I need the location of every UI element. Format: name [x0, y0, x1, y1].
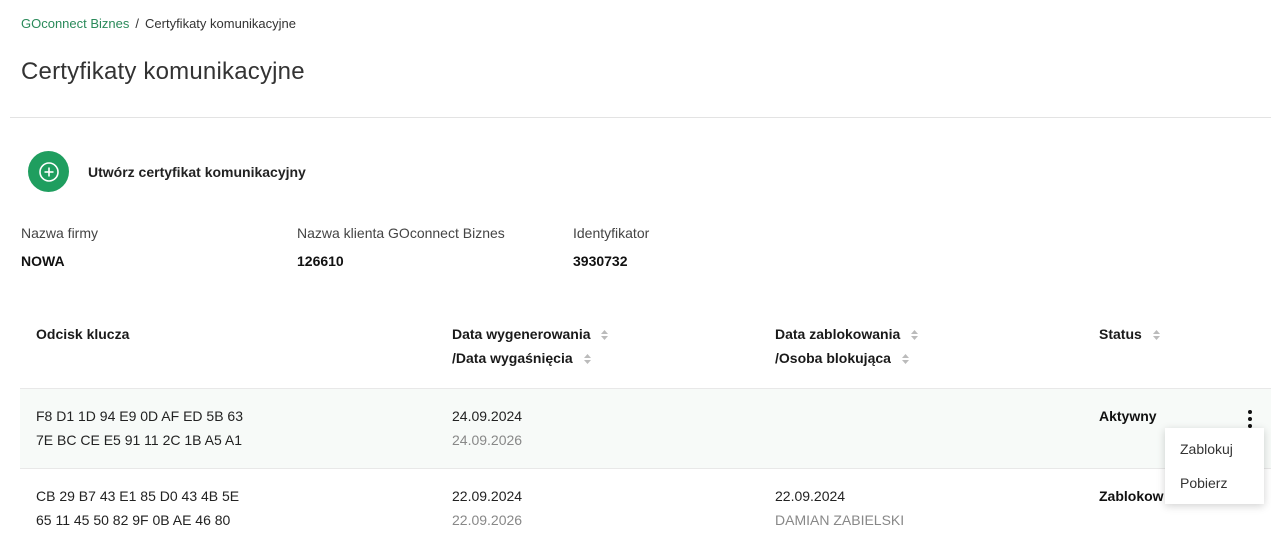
- client-value: 126610: [297, 253, 344, 269]
- create-certificate-label: Utwórz certyfikat komunikacyjny: [88, 163, 306, 180]
- row-context-menu: Zablokuj Pobierz: [1165, 428, 1264, 504]
- column-header-generated-label: Data wygenerowania: [452, 326, 591, 342]
- expiry-date: 22.09.2026: [452, 512, 523, 528]
- column-header-status[interactable]: Status: [1099, 322, 1161, 346]
- sort-icon[interactable]: [583, 353, 592, 365]
- page-title: Certyfikaty komunikacyjne: [21, 58, 305, 85]
- fingerprint-line-2: 7E BC CE E5 91 11 2C 1B A5 A1: [36, 432, 242, 448]
- breadcrumb: GOconnect Biznes / Certyfikaty komunikacyj…: [21, 16, 296, 31]
- company-value: NOWA: [21, 253, 65, 269]
- sort-icon[interactable]: [901, 353, 910, 365]
- client-label: Nazwa klienta GOconnect Biznes: [297, 225, 505, 241]
- breadcrumb-root-link[interactable]: GOconnect Biznes: [21, 16, 129, 31]
- column-header-expires[interactable]: /Data wygaśnięcia: [452, 346, 592, 370]
- table-row[interactable]: CB 29 B7 43 E1 85 D0 43 4B 5E 65 11 45 5…: [20, 468, 1271, 542]
- column-header-fingerprint: Odcisk klucza: [36, 326, 130, 342]
- blocked-by: DAMIAN ZABIELSKI: [775, 512, 905, 528]
- sort-icon[interactable]: [910, 329, 919, 341]
- plus-circle-icon: [28, 151, 69, 192]
- fingerprint-line-2: 65 11 45 50 82 9F 0B AE 46 80: [36, 512, 231, 528]
- fingerprint-line-1: CB 29 B7 43 E1 85 D0 43 4B 5E: [36, 488, 240, 504]
- identifier-value: 3930732: [573, 253, 628, 269]
- fingerprint-line-1: F8 D1 1D 94 E9 0D AF ED 5B 63: [36, 408, 243, 424]
- breadcrumb-separator: /: [135, 16, 140, 31]
- column-header-blocked-by[interactable]: /Osoba blokująca: [775, 346, 910, 370]
- breadcrumb-current: Certyfikaty komunikacyjne: [145, 16, 297, 31]
- identifier-label: Identyfikator: [573, 225, 650, 241]
- company-info: Nazwa firmy NOWA: [21, 225, 98, 269]
- company-label: Nazwa firmy: [21, 225, 99, 241]
- client-info: Nazwa klienta GOconnect Biznes 126610: [297, 225, 505, 269]
- expiry-date: 24.09.2026: [452, 432, 523, 448]
- header-divider: [10, 117, 1271, 118]
- create-certificate-button[interactable]: Utwórz certyfikat komunikacyjny: [28, 151, 306, 192]
- generated-date: 22.09.2024: [452, 488, 523, 504]
- generated-date: 24.09.2024: [452, 408, 523, 424]
- column-header-blocked-by-label: /Osoba blokująca: [775, 350, 891, 366]
- identifier-info: Identyfikator 3930732: [573, 225, 649, 269]
- table-row[interactable]: F8 D1 1D 94 E9 0D AF ED 5B 63 7E BC CE E…: [20, 388, 1271, 468]
- column-header-expires-label: /Data wygaśnięcia: [452, 350, 573, 366]
- status-badge: Aktywny: [1099, 408, 1157, 424]
- column-header-status-label: Status: [1099, 326, 1142, 342]
- column-header-blocked[interactable]: Data zablokowania: [775, 322, 919, 346]
- sort-icon[interactable]: [1152, 329, 1161, 341]
- table-header: Odcisk klucza Data wygenerowania /Data w…: [0, 322, 1271, 388]
- status-badge: Zablokow: [1099, 488, 1164, 504]
- sort-icon[interactable]: [600, 329, 609, 341]
- menu-item-download[interactable]: Pobierz: [1165, 466, 1264, 500]
- column-header-blocked-label: Data zablokowania: [775, 326, 901, 342]
- column-header-generated[interactable]: Data wygenerowania: [452, 322, 609, 346]
- blocked-date: 22.09.2024: [775, 488, 846, 504]
- menu-item-block[interactable]: Zablokuj: [1165, 432, 1264, 466]
